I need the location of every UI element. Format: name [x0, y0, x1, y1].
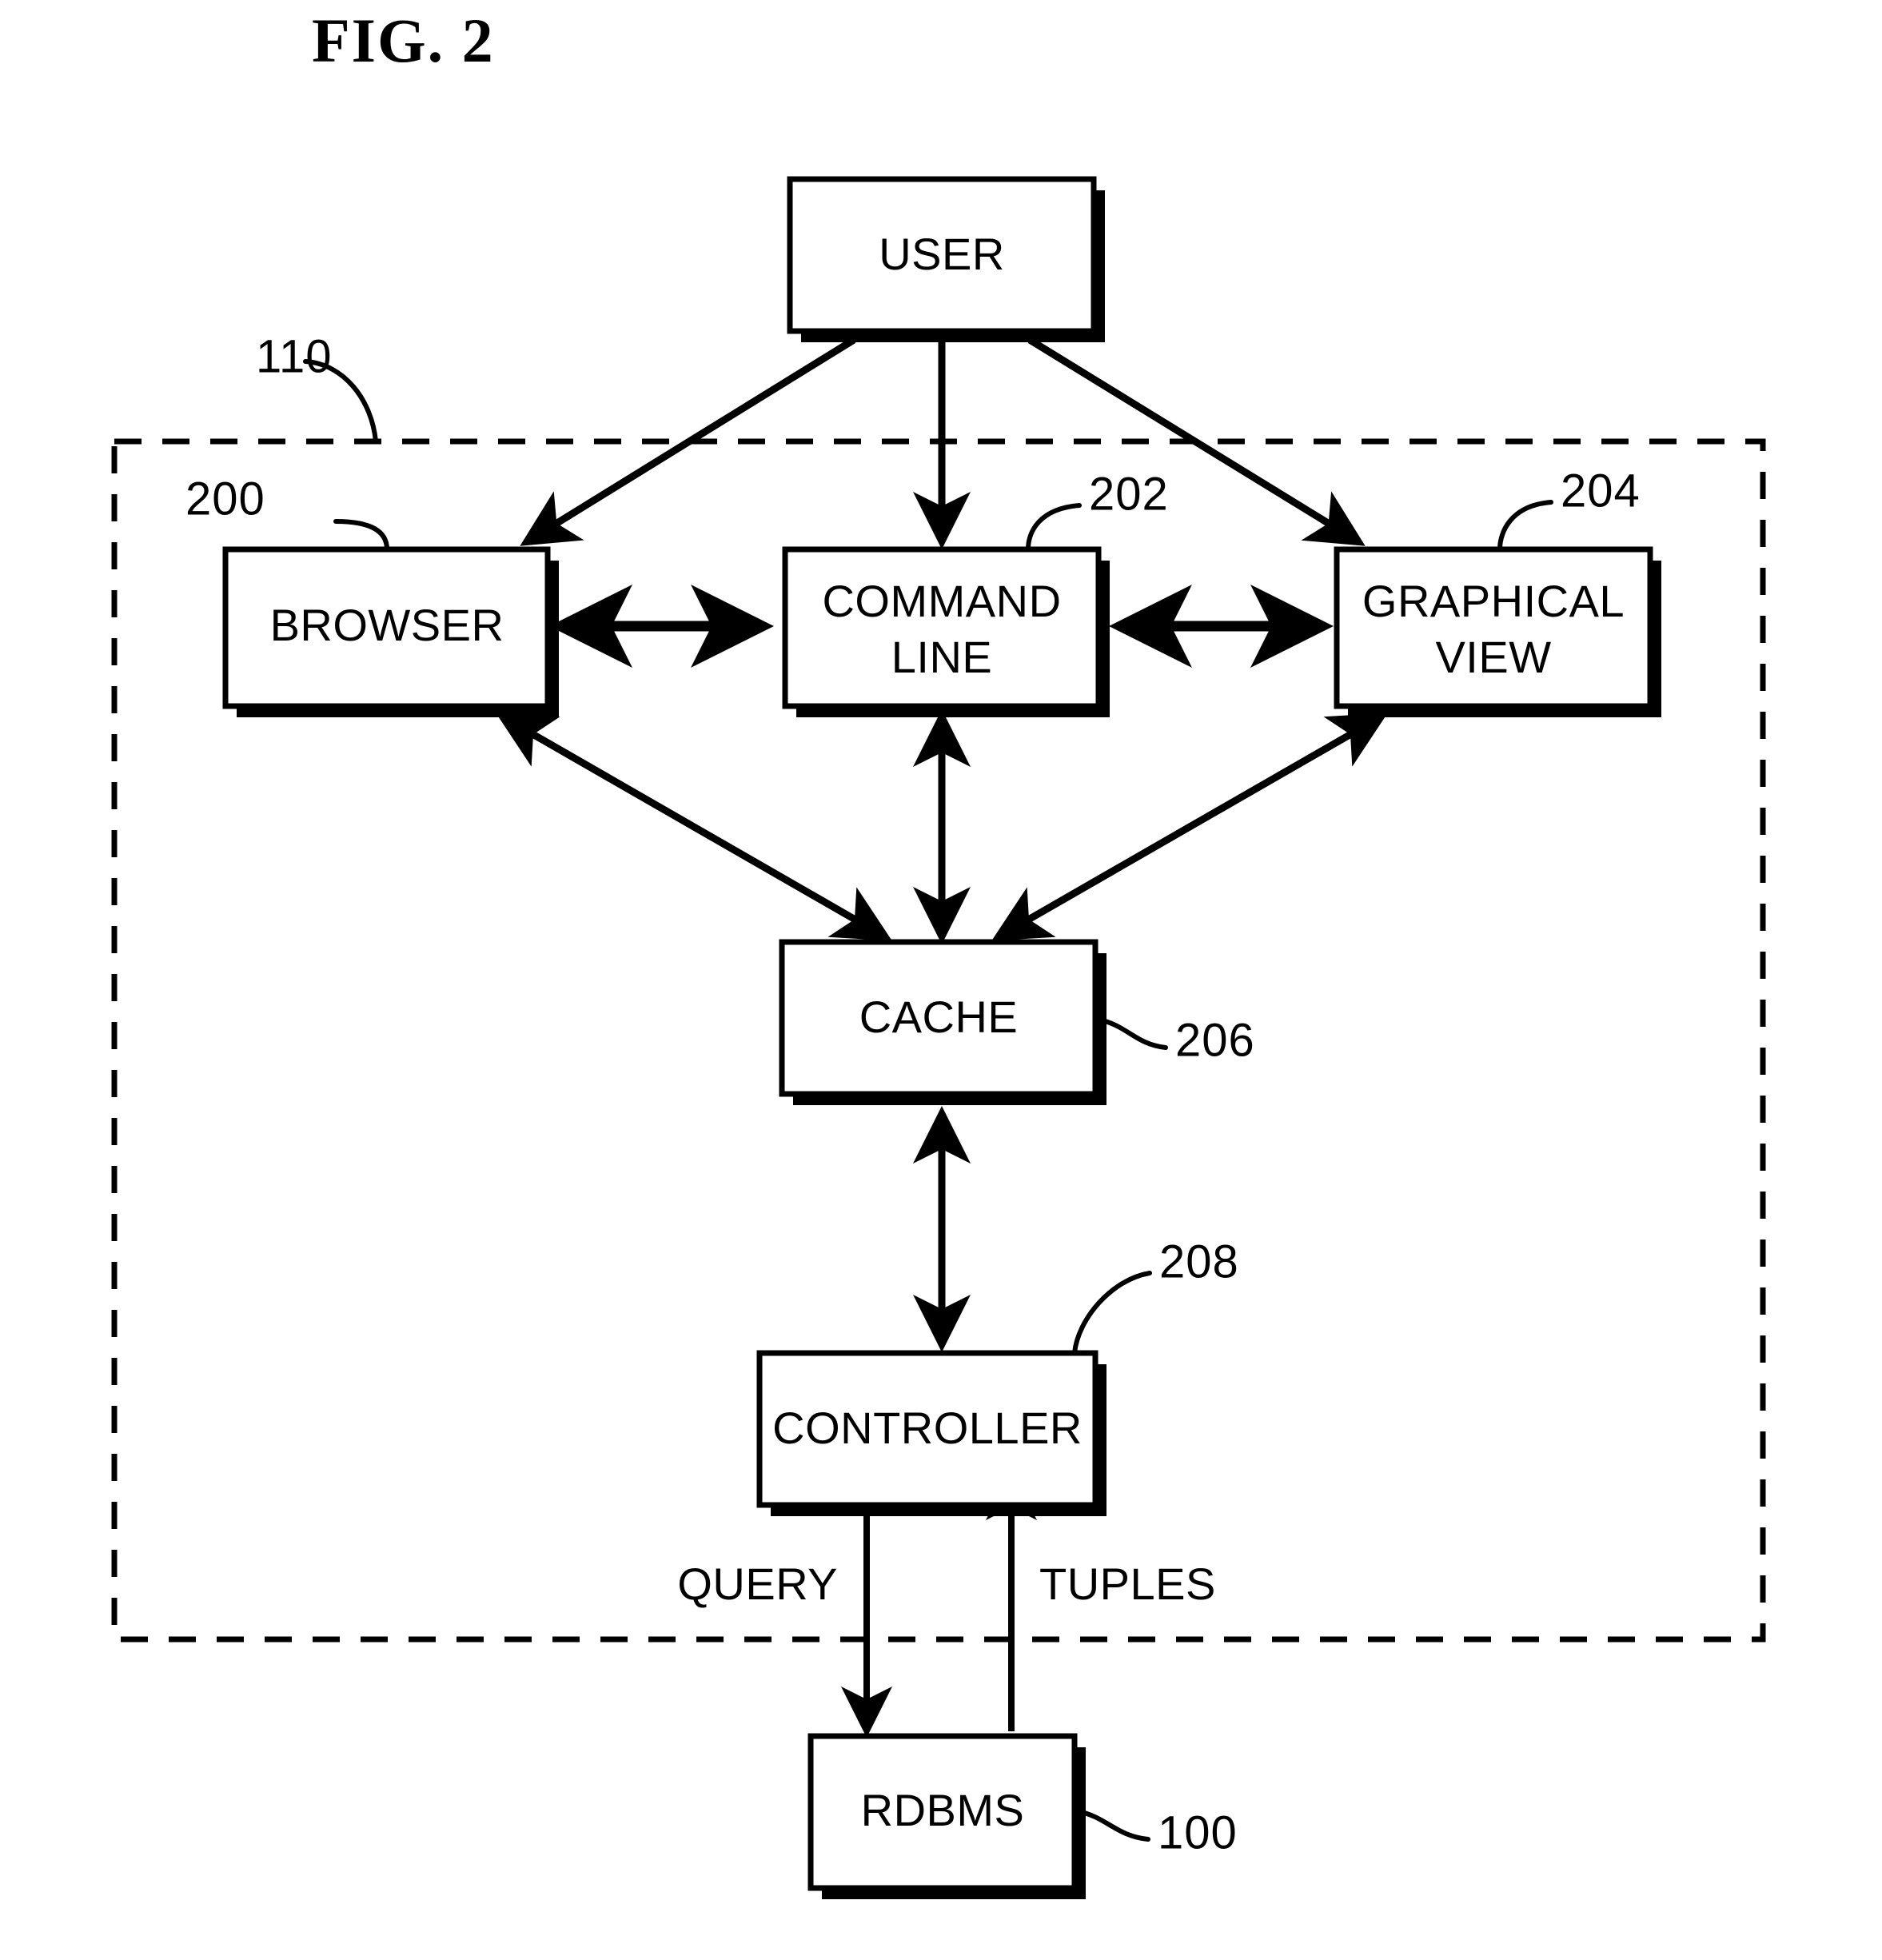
leader-line-206 [1096, 1017, 1168, 1050]
rdbms-label: RDBMS [861, 1785, 1025, 1835]
edge-browser-cache [496, 713, 892, 941]
graphical-view-label-row2: VIEW [1435, 632, 1551, 682]
node-rdbms[interactable]: RDBMS [807, 1733, 1086, 1899]
node-cache[interactable]: CACHE [779, 939, 1106, 1105]
reference-number-206: 206 [1175, 1014, 1255, 1066]
leader-line-208 [1072, 1271, 1152, 1355]
reference-number-100: 100 [1158, 1806, 1238, 1858]
user-label: USER [879, 229, 1005, 279]
edge-label-tuples: TUPLES [1039, 1559, 1216, 1609]
reference-number-110: 110 [256, 330, 332, 382]
reference-number-204: 204 [1561, 465, 1641, 517]
node-browser[interactable]: BROWSER [222, 546, 559, 717]
leader-line-200 [333, 519, 389, 552]
command-line-box [782, 546, 1102, 709]
graphical-view-label-row1: GRAPHICAL [1362, 576, 1625, 626]
cache-label: CACHE [859, 992, 1019, 1042]
node-user[interactable]: USER [787, 176, 1105, 342]
leader-line-204 [1497, 500, 1553, 552]
reference-number-208: 208 [1159, 1235, 1239, 1287]
command-line-label-row1: COMMAND [822, 576, 1061, 626]
graphical-view-box [1334, 546, 1653, 709]
node-command-line[interactable]: COMMAND LINE [782, 546, 1110, 717]
leader-line-100 [1075, 1809, 1150, 1842]
edge-label-query: QUERY [677, 1559, 838, 1609]
reference-number-202: 202 [1089, 468, 1169, 520]
command-line-label-row2: LINE [891, 632, 993, 682]
leader-line-202 [1026, 503, 1082, 552]
browser-label: BROWSER [270, 600, 504, 650]
edge-graphical-view-cache [991, 713, 1388, 941]
diagram-canvas: 110 USER BROWSER 200 COMMAND LINE 202 GR… [111, 176, 1766, 1899]
node-graphical-view[interactable]: GRAPHICAL VIEW [1334, 546, 1661, 717]
reference-number-200: 200 [185, 473, 265, 525]
node-controller[interactable]: CONTROLLER [756, 1350, 1106, 1516]
controller-label: CONTROLLER [772, 1403, 1083, 1453]
